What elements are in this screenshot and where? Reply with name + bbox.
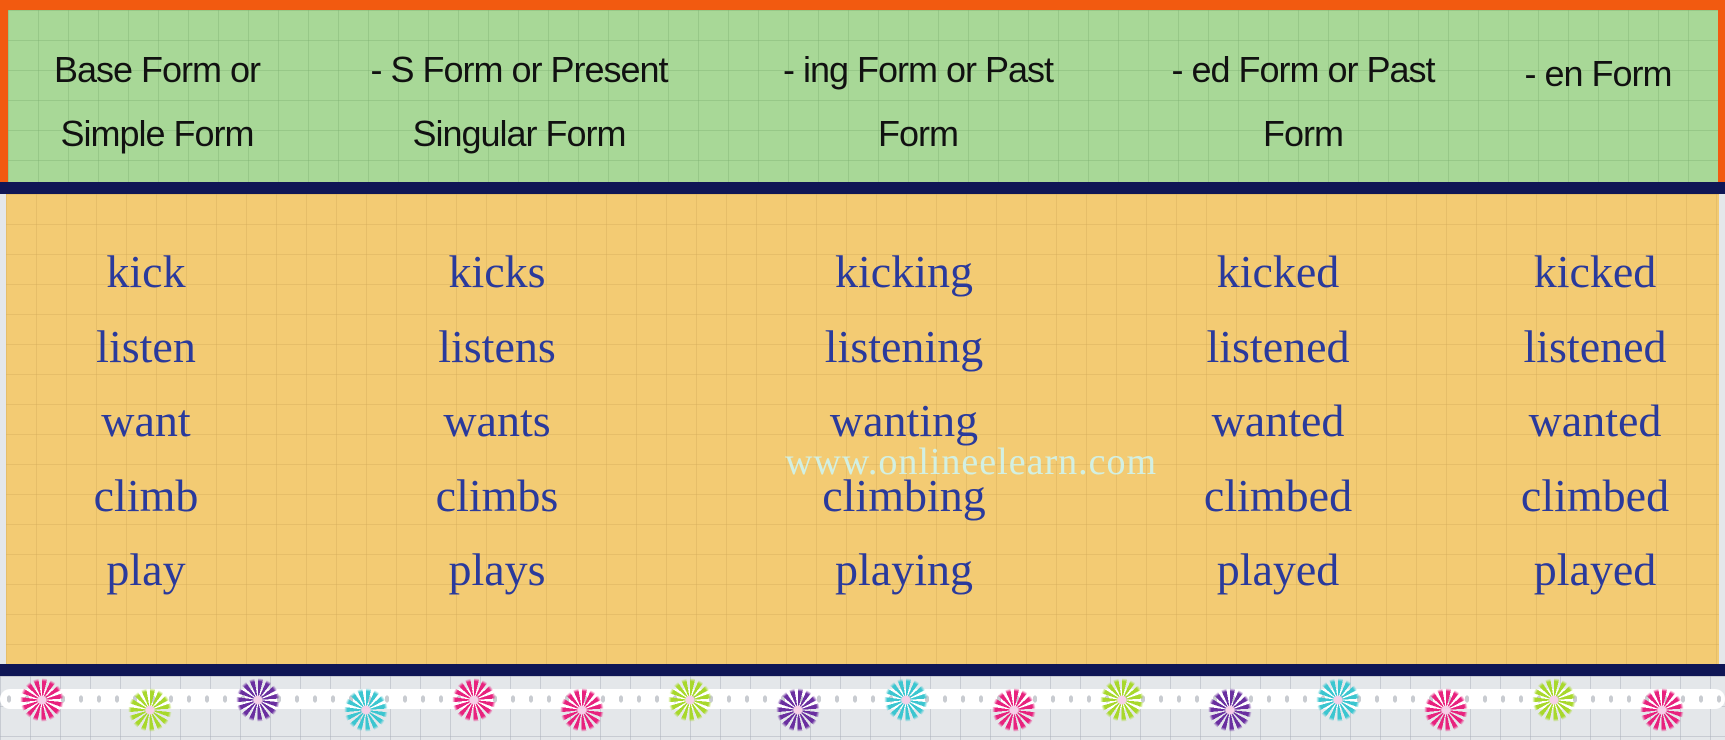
watermark: www.onlineelearn.com: [784, 441, 1158, 483]
header-line: - en Form: [1524, 53, 1672, 94]
header-line: Form: [877, 113, 959, 154]
header-line: - ed Form or Past: [1171, 49, 1435, 90]
header-line: Base Form or: [53, 49, 261, 90]
verb-word: kicking: [835, 246, 973, 297]
flower-icon: [1424, 688, 1468, 732]
flower-icon: [236, 678, 280, 722]
verb-word: listened: [1206, 320, 1350, 372]
verb-word: kick: [106, 246, 186, 297]
verb-word: wants: [443, 395, 551, 446]
header-base-form: Base Form or Simple Form: [53, 38, 261, 166]
column-ing-form: kicking listening wanting climbing playing: [822, 235, 986, 608]
header-ing-form: - ing Form or Past Form: [782, 38, 1054, 166]
flower-icon: [452, 678, 496, 722]
verb-word: listen: [96, 320, 196, 372]
flower-icon: [1100, 678, 1144, 722]
verb-word: play: [106, 544, 186, 595]
flower-icon: [668, 678, 712, 722]
header-divider: [0, 182, 1725, 194]
verb-word: wanted: [1528, 395, 1662, 446]
verb-word: kicked: [1216, 246, 1340, 297]
header-s-form: - S Form or Present Singular Form: [370, 38, 668, 166]
flower-icon: [1316, 678, 1360, 722]
flower-icon: [1640, 688, 1684, 732]
header-line: Form: [1262, 113, 1344, 154]
verb-word: listened: [1523, 320, 1667, 372]
verb-word: climb: [93, 469, 199, 521]
verb-word: plays: [448, 544, 546, 595]
flower-icon: [1208, 688, 1252, 732]
header-ed-form: - ed Form or Past Form: [1171, 38, 1435, 166]
header-en-form: - en Form: [1524, 42, 1672, 106]
header-line: - ing Form or Past: [782, 49, 1054, 90]
verb-forms-chart: Base Form or Simple Form - S Form or Pres…: [0, 0, 1725, 740]
verb-word: kicked: [1533, 246, 1657, 297]
column-ed-form: kicked listened wanted climbed played: [1204, 235, 1352, 608]
flower-icon: [344, 688, 388, 732]
verb-word: listens: [438, 320, 556, 372]
column-s-form: kicks listens wants climbs plays: [436, 235, 559, 608]
body-bottom-border: [0, 664, 1725, 676]
verb-word: climbs: [435, 469, 559, 521]
verb-word: played: [1533, 544, 1657, 595]
flower-icon: [20, 678, 64, 722]
flower-icon: [884, 678, 928, 722]
flower-icon: [776, 688, 820, 732]
verb-word: listening: [824, 320, 984, 372]
verb-word: wanted: [1211, 395, 1345, 446]
header-line: Simple Form: [60, 113, 254, 154]
verb-word: climbed: [1203, 469, 1353, 521]
column-base-form: kick listen want climb play: [94, 235, 199, 608]
flower-icon: [1532, 678, 1576, 722]
verb-word: playing: [835, 544, 973, 595]
flower-icon: [128, 688, 172, 732]
column-en-form: kicked listened wanted climbed played: [1521, 235, 1669, 608]
verb-word: played: [1216, 544, 1340, 595]
verb-word: climbed: [1520, 469, 1670, 521]
flower-icon: [992, 688, 1036, 732]
verb-word: want: [101, 395, 191, 446]
flower-icon: [560, 688, 604, 732]
verb-word: kicks: [448, 246, 546, 297]
header-line: Singular Form: [412, 113, 626, 154]
header-line: - S Form or Present: [370, 49, 668, 90]
